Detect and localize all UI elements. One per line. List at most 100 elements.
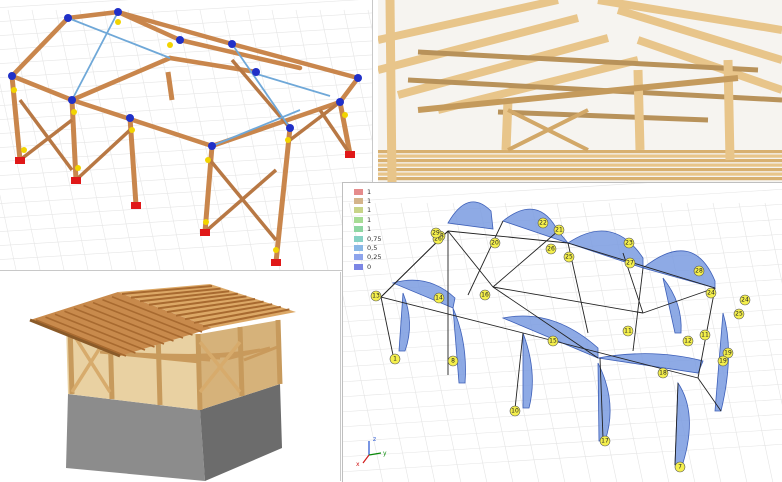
node-number: 22 (539, 220, 547, 227)
support-marker (131, 202, 141, 209)
node-marker (8, 72, 16, 80)
node-marker (336, 98, 344, 106)
timber-brace (18, 118, 74, 162)
node-number: 14 (435, 295, 443, 302)
node-number: 25 (565, 254, 573, 261)
frame-posts (9, 71, 353, 263)
legend-label: 1 (367, 215, 372, 224)
x-axis-label: x (356, 461, 360, 468)
legend-label: 0,75 (367, 234, 382, 243)
floor-joist (378, 168, 782, 172)
hinge-marker (167, 42, 173, 48)
hinge-marker (205, 157, 211, 163)
node-number: 24 (707, 290, 715, 297)
legend-swatch (354, 263, 363, 270)
y-axis-label: y (383, 450, 387, 457)
hinge-marker (71, 109, 77, 115)
house-render-drawing (29, 284, 296, 481)
timber-brace (74, 128, 132, 182)
result-diagram-drawing: 1318212324181017711121914161518192022262… (343, 183, 782, 482)
hinge-marker (11, 87, 17, 93)
node-number: 21 (555, 227, 563, 234)
hinge-marker (21, 147, 27, 153)
legend-swatch (354, 254, 363, 261)
post (723, 59, 735, 161)
legend-entry: 0 (354, 262, 381, 271)
node-number: 12 (684, 338, 692, 345)
legend-swatch (354, 216, 363, 223)
x-axis-line (362, 454, 370, 464)
node-number: 24 (741, 297, 749, 304)
node-number: 23 (625, 240, 633, 247)
node-number: 28 (695, 268, 703, 275)
node-marker (114, 8, 122, 16)
floor-joist (378, 177, 782, 181)
node-number: 20 (491, 240, 499, 247)
node-marker (176, 36, 184, 44)
wall-post (237, 326, 245, 397)
legend-entry: 0,75 (354, 234, 381, 243)
hinge-marker (342, 112, 348, 118)
post (501, 99, 513, 151)
wall-post (275, 319, 283, 385)
frame-member (492, 230, 559, 288)
node-number: 1 (393, 356, 397, 363)
legend-label: 0,5 (367, 244, 378, 253)
legend-entry: 1 (354, 187, 381, 196)
node-number: 29 (432, 230, 440, 237)
force-diagram (522, 332, 533, 409)
legend-swatch (354, 207, 363, 214)
legend-swatch (354, 198, 363, 205)
legend-entry: 1 (354, 215, 381, 224)
force-diagram (452, 307, 466, 384)
frame-member (492, 286, 599, 359)
node-number: 16 (481, 292, 489, 299)
support-marker (200, 229, 210, 236)
frame-model-drawing (0, 0, 372, 270)
hinge-marker (75, 165, 81, 171)
node-marker (286, 124, 294, 132)
house-render-view[interactable] (0, 272, 341, 481)
node-number: 19 (724, 350, 732, 357)
legend-swatch (354, 226, 363, 233)
node-marker (208, 142, 216, 150)
frame-model-view[interactable] (0, 0, 373, 271)
legend-label: 1 (367, 225, 372, 234)
result-diagram-view[interactable]: 1318212324181017711121914161518192022262… (342, 182, 782, 482)
node-number: 18 (659, 370, 667, 377)
internal-force-diagrams (391, 201, 729, 466)
legend-swatch (354, 245, 363, 252)
node-number: 17 (601, 438, 609, 445)
post (385, 0, 397, 182)
roof-interior-view[interactable] (378, 0, 782, 182)
legend-entry: 1 (354, 225, 381, 234)
roof-interior-drawing (378, 0, 782, 182)
node-marker (68, 96, 76, 104)
timber-brace (18, 98, 74, 172)
hinge-marker (285, 137, 291, 143)
legend-entry: 1 (354, 196, 381, 205)
node-marker (64, 14, 72, 22)
node-number: 27 (626, 260, 634, 267)
frame-member (447, 230, 494, 288)
floor-joist (378, 159, 782, 163)
node-number: 11 (701, 332, 709, 339)
wall-post (195, 333, 203, 411)
floor-joist (378, 154, 782, 158)
support-marker (271, 259, 281, 266)
hinge-marker (115, 19, 121, 25)
support-marker (15, 157, 25, 164)
floor-joist (378, 163, 782, 167)
legend-swatch (354, 235, 363, 242)
legend-label: 1 (367, 187, 372, 196)
node-number: 10 (511, 408, 519, 415)
legend-label: 1 (367, 197, 372, 206)
node-marker (228, 40, 236, 48)
node-number: 25 (735, 311, 743, 318)
node-marker (354, 74, 362, 82)
timber-beam (65, 9, 121, 21)
color-legend: 1 1 1 1 1 0,75 0,5 0,25 0 (354, 187, 381, 272)
post (633, 69, 645, 151)
legend-label: 0 (367, 262, 372, 271)
hinge-marker (273, 247, 279, 253)
